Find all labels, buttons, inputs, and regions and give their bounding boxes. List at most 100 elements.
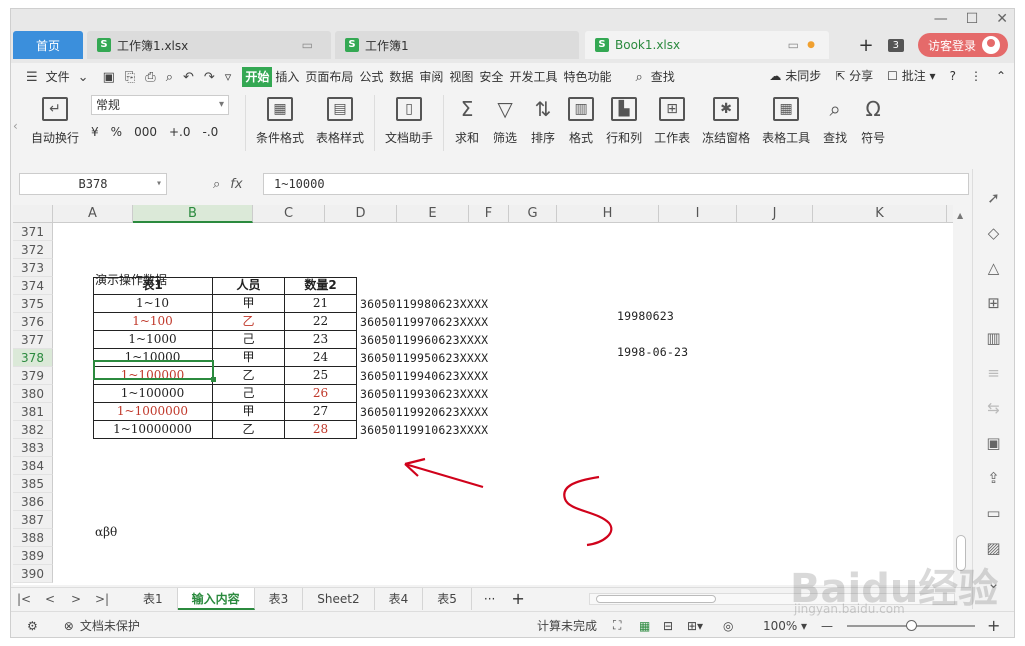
export-icon[interactable]: ⇪	[987, 469, 1000, 487]
first-sheet-icon[interactable]: |<	[11, 592, 37, 606]
doc-assistant-button[interactable]: ▯ 文档助手	[385, 91, 433, 151]
apps-icon[interactable]: ⊞	[987, 294, 1000, 312]
eye-protect-icon[interactable]: ◎	[723, 619, 733, 633]
vertical-scrollbar[interactable]: ▲	[953, 205, 969, 585]
menu-tab-formula[interactable]: 公式	[356, 67, 386, 87]
currency-button[interactable]: ¥	[91, 125, 99, 139]
menu-tab-review[interactable]: 审阅	[416, 67, 446, 87]
find-button[interactable]: ⌕ 查找	[822, 91, 848, 151]
zoom-slider[interactable]	[847, 620, 975, 631]
settings-icon[interactable]: ≡	[987, 364, 1000, 382]
customize-icon[interactable]: ▿	[220, 70, 237, 85]
menu-tab-developer[interactable]: 开发工具	[506, 67, 560, 87]
fill-icon[interactable]: △	[988, 259, 1000, 277]
zoom-out-button[interactable]: —	[821, 619, 833, 633]
sheet-tab[interactable]: 表1	[129, 587, 178, 610]
close-button[interactable]: ✕	[996, 11, 1008, 27]
undo-icon[interactable]: ↶	[178, 70, 199, 85]
tab-home[interactable]: 首页	[13, 31, 83, 59]
menu-tab-insert[interactable]: 插入	[272, 67, 302, 87]
comment-button[interactable]: ☐ 批注 ▾	[887, 67, 935, 84]
transfer-icon[interactable]: ⇆	[987, 399, 1000, 417]
zoom-level[interactable]: 100%	[763, 619, 797, 633]
zoom-in-button[interactable]: +	[987, 616, 1000, 635]
save-icon[interactable]: ▣	[98, 70, 120, 85]
formula-input[interactable]: 1~10000	[263, 173, 969, 195]
sheet-tab[interactable]: Sheet2	[303, 587, 375, 610]
share-button[interactable]: ⇱ 分享	[835, 67, 873, 84]
maximize-button[interactable]: ☐	[966, 11, 979, 27]
tab-doc-2[interactable]: S 工作簿1	[335, 31, 579, 59]
zoom-dropdown-icon[interactable]: ▾	[801, 619, 807, 633]
rows-cols-button[interactable]: ▙ 行和列	[606, 91, 642, 151]
collapse-ribbon-icon[interactable]: ⌃	[996, 69, 1006, 83]
add-sheet-button[interactable]: +	[511, 589, 524, 608]
chevron-down-icon[interactable]: ⌄	[73, 70, 94, 85]
menu-tab-features[interactable]: 特色功能	[560, 67, 614, 87]
picture-icon[interactable]: ▨	[986, 539, 1000, 557]
help-icon[interactable]: ?	[950, 69, 956, 83]
symbol-button[interactable]: Ω 符号	[860, 91, 886, 151]
print-preview-icon[interactable]: ⌕	[161, 70, 178, 85]
freeze-panes-button[interactable]: ✱ 冻结窗格	[702, 91, 750, 151]
protect-status[interactable]: 文档未保护	[80, 617, 140, 634]
export-pdf-icon[interactable]: ⎘	[120, 70, 140, 85]
login-button[interactable]: 访客登录	[917, 33, 1008, 57]
thousands-button[interactable]: 000	[134, 125, 157, 139]
table-style-button[interactable]: ▤ 表格样式	[316, 91, 364, 151]
chart-icon[interactable]: ▥	[986, 329, 1000, 347]
number-format-select[interactable]: 常规	[91, 95, 230, 115]
zoom-search-icon[interactable]: ⌕	[213, 177, 220, 192]
page-break-view-icon[interactable]: ⊟	[663, 619, 673, 633]
redo-icon[interactable]: ↷	[199, 70, 220, 85]
conditional-format-button[interactable]: ▦ 条件格式	[256, 91, 304, 151]
sheet-tab[interactable]: 表4	[375, 587, 424, 610]
decrease-decimal-button[interactable]: -.0	[202, 125, 218, 139]
increase-decimal-button[interactable]: +.0	[169, 125, 191, 139]
status-settings-icon[interactable]: ⚙	[27, 619, 38, 633]
print-icon[interactable]: ⎙	[140, 70, 160, 85]
hamburger-icon[interactable]: ☰	[21, 70, 43, 85]
image-search-icon[interactable]: ▣	[986, 434, 1000, 452]
name-box[interactable]: B378	[19, 173, 167, 195]
archive-icon[interactable]: ▭	[986, 504, 1000, 522]
menu-tab-home[interactable]: 开始	[242, 67, 273, 87]
page-layout-view-icon[interactable]: ⊞▾	[687, 619, 703, 633]
spreadsheet-grid[interactable]: ABCDEFGHIJKL 371372373374375376377378379…	[13, 205, 953, 585]
tab-doc-1[interactable]: S 工作簿1.xlsx ▭	[87, 31, 331, 59]
sum-button[interactable]: Σ 求和	[454, 91, 480, 151]
horizontal-scroll-thumb[interactable]	[596, 595, 716, 603]
menu-tab-layout[interactable]: 页面布局	[302, 67, 356, 87]
normal-view-icon[interactable]: ▦	[639, 619, 650, 633]
more-icon[interactable]: ⋮	[970, 69, 982, 83]
new-tab-button[interactable]: +	[859, 35, 874, 56]
fx-icon[interactable]: fx	[230, 177, 242, 192]
window-count-badge[interactable]: 3	[887, 38, 904, 52]
sync-status[interactable]: ☁ 未同步	[769, 67, 821, 84]
sheet-tab[interactable]: 表3	[255, 587, 304, 610]
menu-file[interactable]: 文件	[43, 67, 73, 87]
table-tools-button[interactable]: ▦ 表格工具	[762, 91, 810, 151]
sort-button[interactable]: ⇅ 排序	[530, 91, 556, 151]
tab-doc-3[interactable]: S Book1.xlsx ▭ ●	[585, 31, 829, 59]
percent-button[interactable]: %	[111, 125, 122, 139]
more-sheets-button[interactable]: ···	[484, 592, 495, 606]
scroll-up-icon[interactable]: ▲	[957, 211, 963, 220]
prev-sheet-icon[interactable]: <	[37, 592, 63, 606]
shapes-icon[interactable]: ◇	[988, 224, 1000, 242]
menu-tab-data[interactable]: 数据	[386, 67, 416, 87]
next-sheet-icon[interactable]: >	[63, 592, 89, 606]
worksheet-button[interactable]: ⊞ 工作表	[654, 91, 690, 151]
sheet-tab[interactable]: 表5	[423, 587, 472, 610]
minimize-button[interactable]: —	[934, 11, 948, 27]
sheet-tab-active[interactable]: 输入内容	[177, 587, 255, 610]
format-button[interactable]: ▥ 格式	[568, 91, 595, 151]
fullscreen-icon[interactable]: ⛶	[613, 618, 621, 633]
filter-button[interactable]: ▽ 筛选	[492, 91, 518, 151]
zoom-slider-knob[interactable]	[906, 620, 917, 631]
ribbon-scroll-left-icon[interactable]: ‹	[13, 119, 18, 133]
last-sheet-icon[interactable]: >|	[89, 592, 115, 606]
menu-tab-security[interactable]: 安全	[476, 67, 506, 87]
select-pointer-icon[interactable]: ➚	[987, 189, 1000, 207]
search-icon[interactable]: ⌕	[630, 70, 647, 85]
